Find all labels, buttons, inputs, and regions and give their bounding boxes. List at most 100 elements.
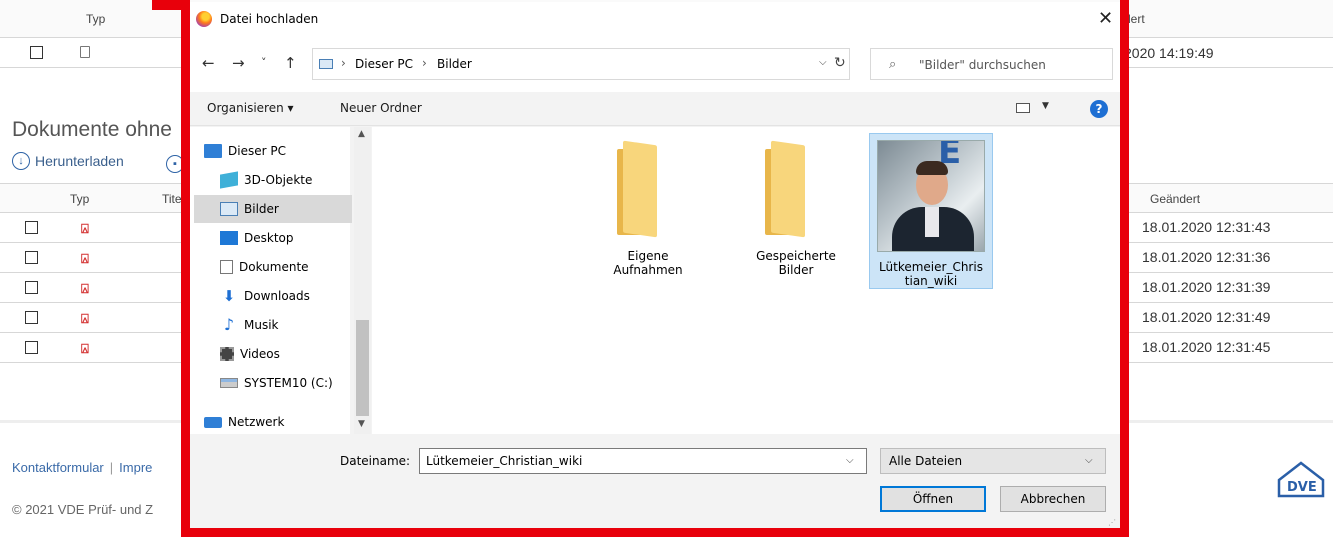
forward-arrow-icon[interactable]: →: [232, 54, 245, 72]
download-button[interactable]: ↓ Herunterladen: [12, 152, 124, 170]
file-list: Eigene Aufnahmen Gespeicherte Bilder E L…: [372, 127, 1120, 434]
download-arrow-icon: ⬇: [222, 287, 236, 305]
tree-item-netzwerk[interactable]: Netzwerk: [204, 408, 352, 436]
row-checkbox[interactable]: [25, 311, 38, 324]
tree-item-3d-objekte[interactable]: 3D-Objekte: [220, 166, 352, 194]
column-header-titel[interactable]: Tite: [162, 192, 182, 206]
pc-icon: [204, 144, 222, 158]
file-name-line: Gespeicherte: [756, 249, 836, 263]
row-checkbox[interactable]: [25, 341, 38, 354]
dialog-title-bar[interactable]: Datei hochladen ✕: [190, 2, 1120, 36]
tree-item-label: Downloads: [244, 289, 310, 303]
image-thumbnail: E: [877, 140, 985, 252]
organize-menu-button[interactable]: Organisieren ▾: [207, 101, 294, 115]
scrollbar-thumb[interactable]: [356, 320, 369, 416]
music-note-icon: ♪: [223, 315, 235, 334]
open-button[interactable]: Öffnen: [880, 486, 986, 512]
pictures-folder-icon: [319, 59, 333, 69]
row-checkbox[interactable]: [30, 46, 43, 59]
tree-item-bilder[interactable]: Bilder: [194, 195, 352, 223]
tree-item-label: Desktop: [244, 231, 294, 245]
scroll-up-icon[interactable]: ▲: [358, 129, 365, 139]
recent-locations-chevron-icon[interactable]: ˅: [261, 56, 267, 69]
help-icon[interactable]: ?: [1090, 100, 1108, 118]
scroll-down-icon[interactable]: ▼: [358, 419, 365, 429]
tree-item-label: 3D-Objekte: [244, 173, 313, 187]
file-type-select[interactable]: Alle Dateien ⌵: [880, 448, 1106, 474]
footer-links: Kontaktformular | Impre: [12, 460, 152, 475]
column-header-typ[interactable]: Typ: [86, 12, 105, 26]
tree-item-musik[interactable]: ♪ Musik: [220, 311, 352, 339]
tree-item-label: Musik: [244, 318, 279, 332]
cancel-button[interactable]: Abbrechen: [1000, 486, 1106, 512]
refresh-icon[interactable]: ↻: [834, 55, 846, 71]
document-icon: [80, 46, 90, 58]
desktop-icon: [220, 231, 238, 245]
row-modified-date: 18.01.2020 12:31:43: [1142, 219, 1271, 235]
close-icon[interactable]: ✕: [1098, 8, 1113, 29]
tree-item-videos[interactable]: Videos: [220, 340, 352, 368]
pictures-icon: [220, 202, 238, 216]
tree-item-system-drive[interactable]: SYSTEM10 (C:): [220, 369, 352, 397]
cube-icon: [220, 171, 238, 189]
breadcrumb-bilder[interactable]: Bilder: [437, 57, 472, 71]
file-name-line: Lütkemeier_Chris: [879, 260, 983, 274]
footer-separator: |: [109, 460, 114, 475]
tree-item-desktop[interactable]: Desktop: [220, 224, 352, 252]
firefox-icon: [196, 11, 212, 27]
row-checkbox[interactable]: [25, 281, 38, 294]
tree-item-downloads[interactable]: ⬇ Downloads: [220, 282, 352, 310]
imprint-link[interactable]: Impre: [119, 460, 152, 475]
filename-label: Dateiname:: [340, 454, 411, 468]
search-input[interactable]: ⌕ "Bilder" durchsuchen: [870, 48, 1113, 80]
view-options-icon[interactable]: [1016, 103, 1030, 113]
filename-input[interactable]: Lütkemeier_Christian_wiki ⌵: [419, 448, 867, 474]
column-header-geaendert[interactable]: Geändert: [1150, 192, 1200, 206]
svg-text:DVE: DVE: [1287, 480, 1317, 495]
download-icon: ↓: [12, 152, 30, 170]
back-arrow-icon[interactable]: ←: [202, 54, 215, 72]
vde-logo-icon[interactable]: DVE: [1276, 460, 1326, 500]
row-checkbox[interactable]: [25, 221, 38, 234]
tree-item-dokumente[interactable]: Dokumente: [220, 253, 352, 281]
file-item-luetkemeier-christian-wiki[interactable]: E Lütkemeier_Chris tian_wiki: [869, 133, 993, 289]
row-modified-date: 18.01.2020 12:31:39: [1142, 279, 1271, 295]
row-checkbox[interactable]: [25, 251, 38, 264]
folder-icon: [613, 140, 683, 239]
tree-item-label: Bilder: [244, 202, 279, 216]
resize-grip-icon[interactable]: ⋰: [1108, 518, 1116, 527]
pdf-icon: ⍓: [81, 251, 89, 266]
file-item-eigene-aufnahmen[interactable]: Eigene Aufnahmen: [586, 140, 710, 277]
pdf-icon: ⍓: [81, 341, 89, 356]
contact-form-link[interactable]: Kontaktformular: [12, 460, 104, 475]
chevron-down-icon: ⌵: [1085, 455, 1093, 466]
download-label: Herunterladen: [35, 153, 124, 169]
file-name-line: tian_wiki: [904, 274, 958, 288]
network-icon: [204, 416, 222, 428]
navigation-scrollbar[interactable]: ▲ ▼: [354, 127, 371, 434]
documents-icon: [220, 260, 233, 274]
copyright-text: © 2021 VDE Prüf- und Z: [12, 502, 154, 517]
chevron-down-icon[interactable]: ▼: [1042, 101, 1049, 111]
search-placeholder: "Bilder" durchsuchen: [919, 58, 1046, 72]
pdf-icon: ⍓: [81, 311, 89, 326]
new-folder-button[interactable]: Neuer Ordner: [340, 101, 422, 115]
breadcrumb-dieser-pc[interactable]: Dieser PC: [355, 57, 413, 71]
navigation-bar: ← → ˅ ↑ › Dieser PC › Bilder ⌵ ↻ ⌕ "Bild…: [190, 36, 1120, 92]
tree-item-dieser-pc[interactable]: Dieser PC: [204, 137, 352, 165]
film-icon: [220, 347, 234, 361]
chevron-down-icon[interactable]: ⌵: [846, 455, 854, 466]
file-type-value: Alle Dateien: [889, 454, 963, 468]
drive-icon: [220, 378, 238, 388]
column-header-typ[interactable]: Typ: [70, 192, 89, 206]
address-bar[interactable]: › Dieser PC › Bilder ⌵: [312, 48, 850, 80]
search-icon: ⌕: [889, 57, 897, 72]
file-item-gespeicherte-bilder[interactable]: Gespeicherte Bilder: [734, 140, 858, 277]
filename-value: Lütkemeier_Christian_wiki: [426, 454, 583, 468]
dialog-title: Datei hochladen: [220, 12, 319, 26]
up-arrow-icon[interactable]: ↑: [284, 54, 297, 72]
file-name-line: Bilder: [778, 263, 814, 277]
chevron-down-icon[interactable]: ⌵: [819, 57, 827, 68]
file-name-line: Eigene: [627, 249, 669, 263]
tree-item-label: Dokumente: [239, 260, 309, 274]
